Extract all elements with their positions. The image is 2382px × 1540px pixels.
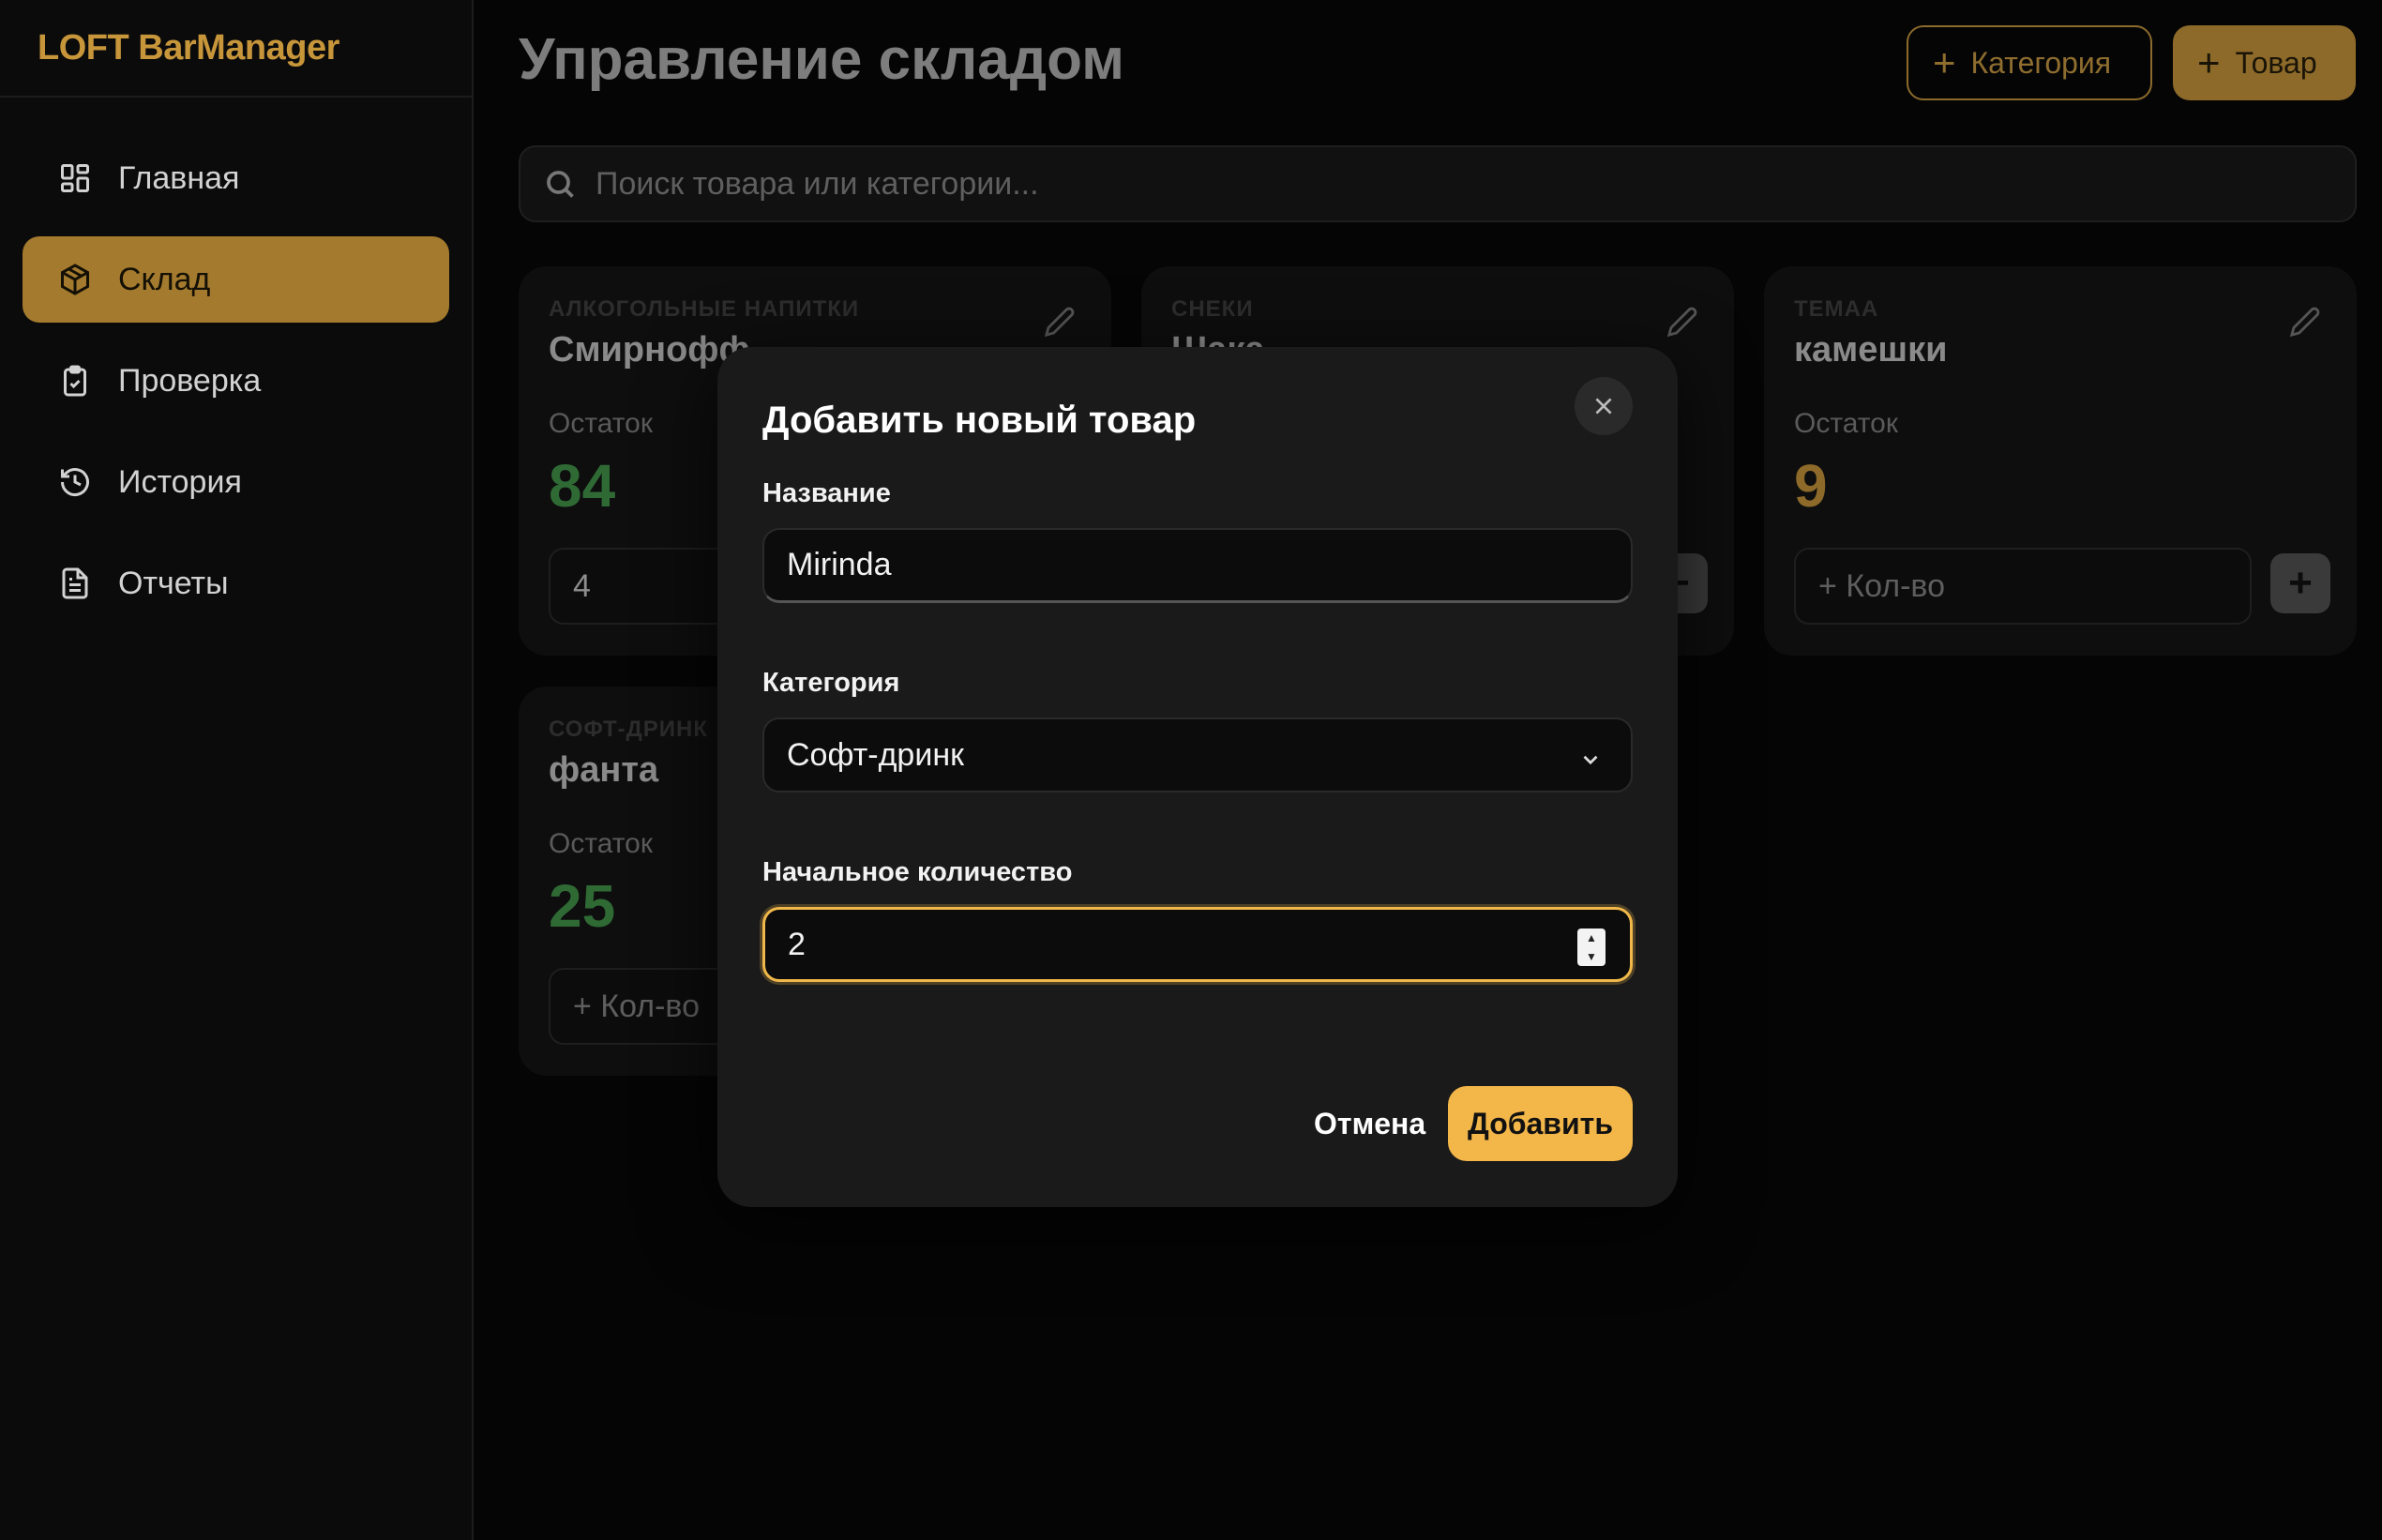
modal-title: Добавить новый товар xyxy=(762,400,1197,441)
name-field[interactable]: Mirinda xyxy=(762,528,1633,603)
sidebar-item-home[interactable]: Главная xyxy=(23,135,449,221)
edit-icon[interactable] xyxy=(1044,306,1076,342)
sidebar-item-history[interactable]: История xyxy=(23,439,449,525)
search-bar xyxy=(519,145,2357,222)
add-item-button[interactable]: + Товар xyxy=(2173,25,2356,100)
dashboard-icon xyxy=(56,159,94,197)
close-icon xyxy=(1595,398,1612,415)
app-root: LOFT BarManager Главная Склад Проверка И… xyxy=(0,0,2382,1540)
quantity-input[interactable]: + Кол-во xyxy=(1794,548,2252,625)
product-card: Темаа камешки Остаток 9 + Кол-во + xyxy=(1764,266,2357,656)
brand-header: LOFT BarManager xyxy=(0,0,472,98)
add-item-modal: Добавить новый товар Название Mirinda Ка… xyxy=(717,347,1678,1207)
category-select[interactable]: Софт-дринк xyxy=(762,717,1633,793)
sidebar-item-check[interactable]: Проверка xyxy=(23,338,449,424)
name-label: Название xyxy=(762,478,891,508)
page-title: Управление складом xyxy=(519,27,1125,92)
stepper-down-icon[interactable]: ▼ xyxy=(1586,951,1597,962)
submit-button[interactable]: Добавить xyxy=(1448,1086,1633,1161)
card-stock-label: Остаток xyxy=(1794,408,1898,439)
initial-quantity-value: 2 xyxy=(788,926,806,962)
edit-icon[interactable] xyxy=(2289,306,2321,342)
card-name: камешки xyxy=(1794,330,1948,370)
add-quantity-button[interactable]: + xyxy=(2270,553,2330,613)
report-icon xyxy=(56,565,94,602)
quantity-stepper[interactable]: ▲ ▼ xyxy=(1577,929,1606,966)
sidebar-item-warehouse[interactable]: Склад xyxy=(23,236,449,323)
card-stock-value: 9 xyxy=(1794,452,1828,520)
add-item-label: Товар xyxy=(2235,45,2317,80)
sidebar-item-label: Склад xyxy=(118,261,211,297)
category-select-value: Софт-дринк xyxy=(787,736,964,773)
sidebar-item-label: История xyxy=(118,463,242,500)
add-category-button[interactable]: + Категория xyxy=(1907,25,2152,100)
quantity-label: Начальное количество xyxy=(762,857,1073,887)
stepper-up-icon[interactable]: ▲ xyxy=(1586,932,1597,944)
initial-quantity-field[interactable]: 2 ▲ ▼ xyxy=(762,907,1633,982)
brand-logo[interactable]: LOFT BarManager xyxy=(38,28,339,68)
search-input[interactable] xyxy=(596,165,2284,203)
add-category-label: Категория xyxy=(1970,45,2112,80)
edit-icon[interactable] xyxy=(1666,306,1698,342)
package-icon xyxy=(56,261,94,298)
cancel-button[interactable]: Отмена xyxy=(1295,1086,1444,1161)
clipboard-icon xyxy=(56,362,94,400)
close-button[interactable] xyxy=(1575,377,1633,435)
plus-icon: + xyxy=(1933,40,1956,84)
sidebar: LOFT BarManager Главная Склад Проверка И… xyxy=(0,0,474,1540)
history-icon xyxy=(56,463,94,501)
sidebar-item-label: Главная xyxy=(118,159,240,196)
chevron-down-icon xyxy=(1578,744,1603,780)
sidebar-nav: Главная Склад Проверка История Отчеты xyxy=(0,98,472,627)
plus-icon: + xyxy=(2197,40,2221,84)
card-category: Темаа xyxy=(1794,296,1879,322)
card-category: Алкогольные напитки xyxy=(549,296,860,322)
search-icon xyxy=(547,171,574,198)
sidebar-item-label: Проверка xyxy=(118,362,262,399)
card-category: Снеки xyxy=(1171,296,1254,322)
category-label: Категория xyxy=(762,668,900,698)
sidebar-item-reports[interactable]: Отчеты xyxy=(23,540,449,627)
sidebar-item-label: Отчеты xyxy=(118,565,229,601)
